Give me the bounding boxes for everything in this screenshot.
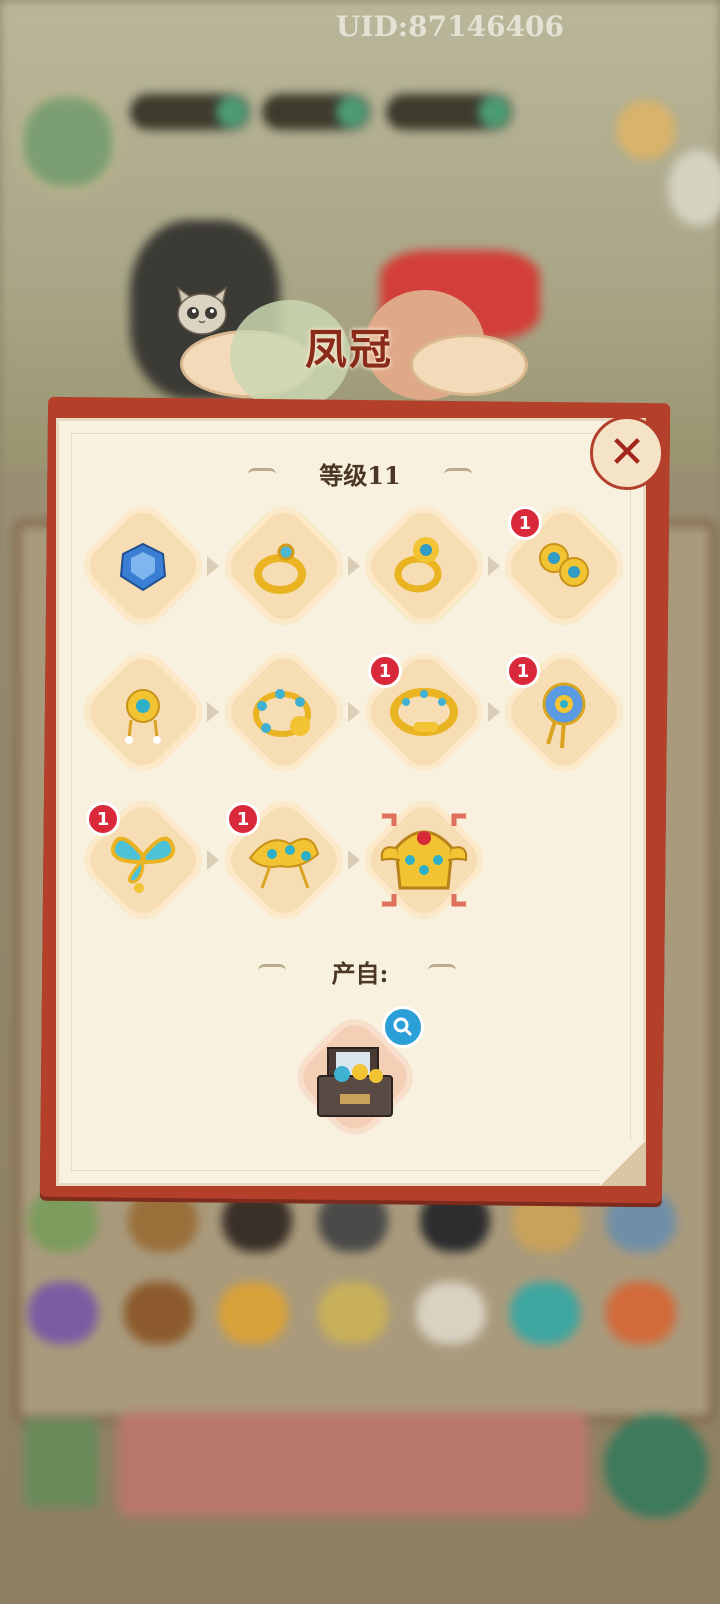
arrow-right-icon: [488, 556, 500, 576]
arrow-right-icon: [488, 702, 500, 722]
item-gold-ring[interactable]: [220, 502, 348, 630]
dangle-earrings-icon: [125, 689, 161, 744]
source-label: 产自:: [331, 959, 389, 988]
count-badge: 1: [368, 654, 402, 688]
page-fold-corner: [600, 1140, 646, 1186]
ornament-right-icon: [444, 468, 472, 481]
item-flower-ring[interactable]: [360, 502, 488, 630]
arrow-right-icon: [348, 556, 360, 576]
blue-gem-icon: [119, 542, 167, 592]
gold-ring-icon: [254, 543, 306, 594]
flower-ring-icon: [394, 537, 442, 593]
arrow-right-icon: [207, 850, 219, 870]
beaded-bracelet-icon: [253, 689, 311, 737]
item-dangle-earrings[interactable]: [79, 648, 207, 776]
count-badge: 1: [226, 802, 260, 836]
dialog-title: 凤冠: [305, 325, 394, 374]
uid-label: UID:87146406: [336, 10, 564, 43]
arrow-right-icon: [348, 702, 360, 722]
count-badge: 1: [506, 654, 540, 688]
magnifier-icon: [393, 1017, 413, 1037]
level-label: 等级11: [319, 461, 401, 490]
dialog-title-banner: 凤冠: [150, 280, 530, 410]
item-gem[interactable]: [79, 502, 207, 630]
arrow-right-icon: [348, 850, 360, 870]
item-phoenix-crown[interactable]: [360, 796, 488, 924]
arrow-right-icon: [207, 702, 219, 722]
arrow-right-icon: [207, 556, 219, 576]
phoenix-crown-icon: [380, 813, 468, 907]
item-beaded-bracelet[interactable]: [220, 648, 348, 776]
inspect-source-button[interactable]: [382, 1006, 424, 1048]
count-badge: 1: [86, 802, 120, 836]
ornament-right-icon: [428, 964, 456, 977]
count-badge: 1: [508, 506, 542, 540]
cat-mascot-icon: [176, 286, 228, 335]
